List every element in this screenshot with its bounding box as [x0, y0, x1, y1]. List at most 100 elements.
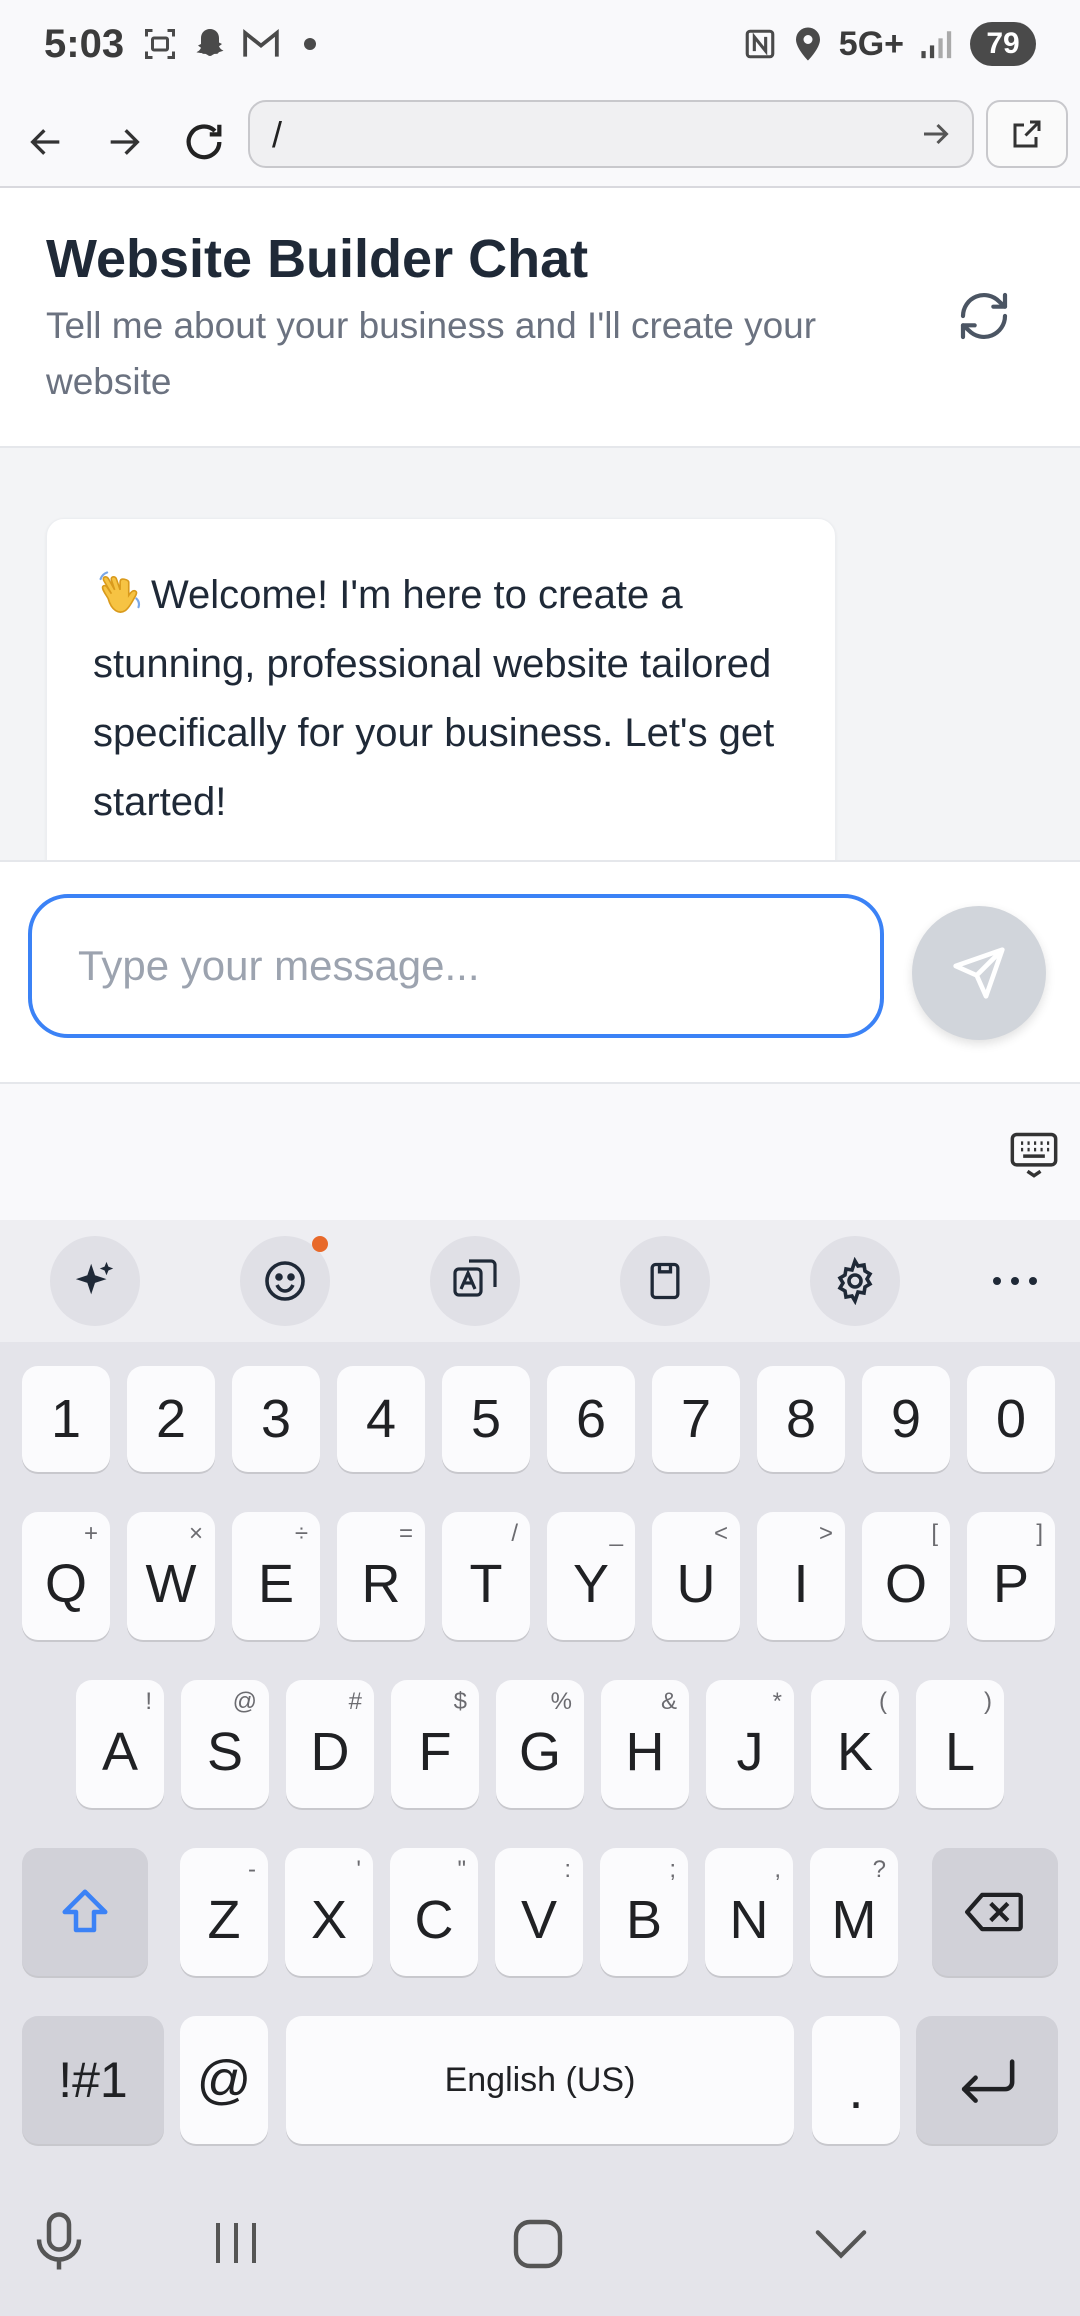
- at-key[interactable]: @: [180, 2016, 268, 2144]
- battery-level: 79: [970, 22, 1036, 66]
- keyboard-settings-button[interactable]: [810, 1236, 900, 1326]
- shift-key[interactable]: [22, 1848, 148, 1976]
- reset-chat-button[interactable]: [952, 284, 1016, 348]
- message-input[interactable]: [28, 894, 884, 1038]
- key-a[interactable]: A!: [76, 1680, 164, 1808]
- key-4[interactable]: 4: [337, 1366, 425, 1472]
- space-key[interactable]: English (US): [286, 2016, 794, 2144]
- url-bar[interactable]: /: [248, 100, 974, 168]
- key-b[interactable]: B;: [600, 1848, 688, 1976]
- key-7[interactable]: 7: [652, 1366, 740, 1472]
- status-time: 5:03: [44, 22, 125, 66]
- sparkle-icon: [75, 1261, 114, 1295]
- send-icon: [953, 947, 1005, 999]
- backspace-key[interactable]: [932, 1848, 1058, 1976]
- key-1[interactable]: 1: [22, 1366, 110, 1472]
- external-link-icon: [1013, 120, 1041, 148]
- key-q[interactable]: Q +: [22, 1512, 110, 1640]
- waving-hand-icon: [99, 571, 141, 613]
- snapchat-icon: [196, 29, 224, 56]
- emoji-button[interactable]: [240, 1236, 330, 1326]
- screenshot-icon: [145, 29, 175, 59]
- microphone-icon[interactable]: [34, 2212, 84, 2272]
- key-u[interactable]: U <: [652, 1512, 740, 1640]
- key-i[interactable]: I >: [757, 1512, 845, 1640]
- hide-keyboard-icon[interactable]: [814, 2226, 868, 2262]
- forward-arrow-icon: [110, 129, 140, 155]
- open-external-button[interactable]: [986, 100, 1068, 168]
- key-y[interactable]: Y _: [547, 1512, 635, 1640]
- key-h[interactable]: H &: [601, 1680, 689, 1808]
- key-v[interactable]: V:: [495, 1848, 583, 1976]
- key-n[interactable]: N,: [705, 1848, 793, 1976]
- notification-dot: [312, 1236, 328, 1252]
- nfc-icon: [745, 29, 775, 59]
- message-text: Welcome! I'm here to create a stunning, …: [93, 573, 775, 824]
- system-nav-bar: [0, 2162, 1080, 2316]
- key-l[interactable]: L): [916, 1680, 1004, 1808]
- forward-button[interactable]: [92, 110, 156, 174]
- key-w[interactable]: W ×: [127, 1512, 215, 1640]
- key-2[interactable]: 2: [127, 1366, 215, 1472]
- recent-apps-icon[interactable]: [210, 2220, 262, 2266]
- key-d[interactable]: D #: [286, 1680, 374, 1808]
- key-p[interactable]: P]: [967, 1512, 1055, 1640]
- back-button[interactable]: [14, 110, 78, 174]
- key-o[interactable]: O[: [862, 1512, 950, 1640]
- home-icon[interactable]: [512, 2218, 564, 2270]
- smiley-icon: [265, 1261, 305, 1301]
- clipboard-icon: [650, 1262, 680, 1300]
- dot-icon: [304, 38, 316, 50]
- key-j[interactable]: J *: [706, 1680, 794, 1808]
- back-arrow-icon: [30, 129, 60, 155]
- more-options-button[interactable]: [970, 1236, 1060, 1326]
- key-g[interactable]: G%: [496, 1680, 584, 1808]
- translate-icon: [453, 1259, 497, 1297]
- go-arrow-icon[interactable]: [918, 116, 954, 152]
- period-key[interactable]: .: [812, 2016, 900, 2144]
- network-type: 5G+: [838, 24, 904, 63]
- key-s[interactable]: S @: [181, 1680, 269, 1808]
- key-x[interactable]: X ': [285, 1848, 373, 1976]
- assistant-message: Welcome! I'm here to create a stunning, …: [46, 518, 836, 860]
- browser-toolbar: /: [0, 96, 1080, 188]
- key-r[interactable]: R =: [337, 1512, 425, 1640]
- location-icon: [795, 27, 820, 61]
- reload-icon: [186, 124, 222, 160]
- key-0[interactable]: 0: [967, 1366, 1055, 1472]
- enter-icon: [961, 2059, 1015, 2103]
- key-f[interactable]: F $: [391, 1680, 479, 1808]
- key-3[interactable]: 3: [232, 1366, 320, 1472]
- key-z[interactable]: Z-: [180, 1848, 268, 1976]
- composer: [0, 860, 1080, 1084]
- backspace-icon: [965, 1892, 1023, 1932]
- gmail-icon: [243, 28, 279, 57]
- clipboard-button[interactable]: [620, 1236, 710, 1326]
- shift-icon: [62, 1889, 108, 1933]
- key-c[interactable]: C ": [390, 1848, 478, 1976]
- ai-tools-button[interactable]: [50, 1236, 140, 1326]
- reload-button[interactable]: [172, 110, 236, 174]
- key-e[interactable]: E ÷: [232, 1512, 320, 1640]
- enter-key[interactable]: [916, 2016, 1058, 2144]
- key-6[interactable]: 6: [547, 1366, 635, 1472]
- key-t[interactable]: T /: [442, 1512, 530, 1640]
- page-title: Website Builder Chat: [46, 229, 589, 289]
- chat-messages[interactable]: Welcome! I'm here to create a stunning, …: [0, 448, 1080, 860]
- keyboard-header: [0, 1084, 1080, 1220]
- refresh-icon: [960, 292, 1008, 340]
- key-m[interactable]: M?: [810, 1848, 898, 1976]
- key-8[interactable]: 8: [757, 1366, 845, 1472]
- symbols-key[interactable]: !#1: [22, 2016, 164, 2144]
- keyboard-toolbar: [0, 1220, 1080, 1342]
- more-dots-icon: [993, 1277, 1037, 1285]
- send-button[interactable]: [912, 906, 1046, 1040]
- translate-button[interactable]: [430, 1236, 520, 1326]
- key-5[interactable]: 5: [442, 1366, 530, 1472]
- key-k[interactable]: K(: [811, 1680, 899, 1808]
- keyboard: 1234567890 Q + W × E ÷ R = T / Y _ U < I > O[P] A! S @ D # F $…: [0, 1342, 1080, 2162]
- keyboard-hide-icon[interactable]: [1008, 1128, 1060, 1180]
- key-9[interactable]: 9: [862, 1366, 950, 1472]
- signal-icon: [921, 31, 952, 59]
- status-bar: 5:03 5G+ 79: [0, 0, 1080, 96]
